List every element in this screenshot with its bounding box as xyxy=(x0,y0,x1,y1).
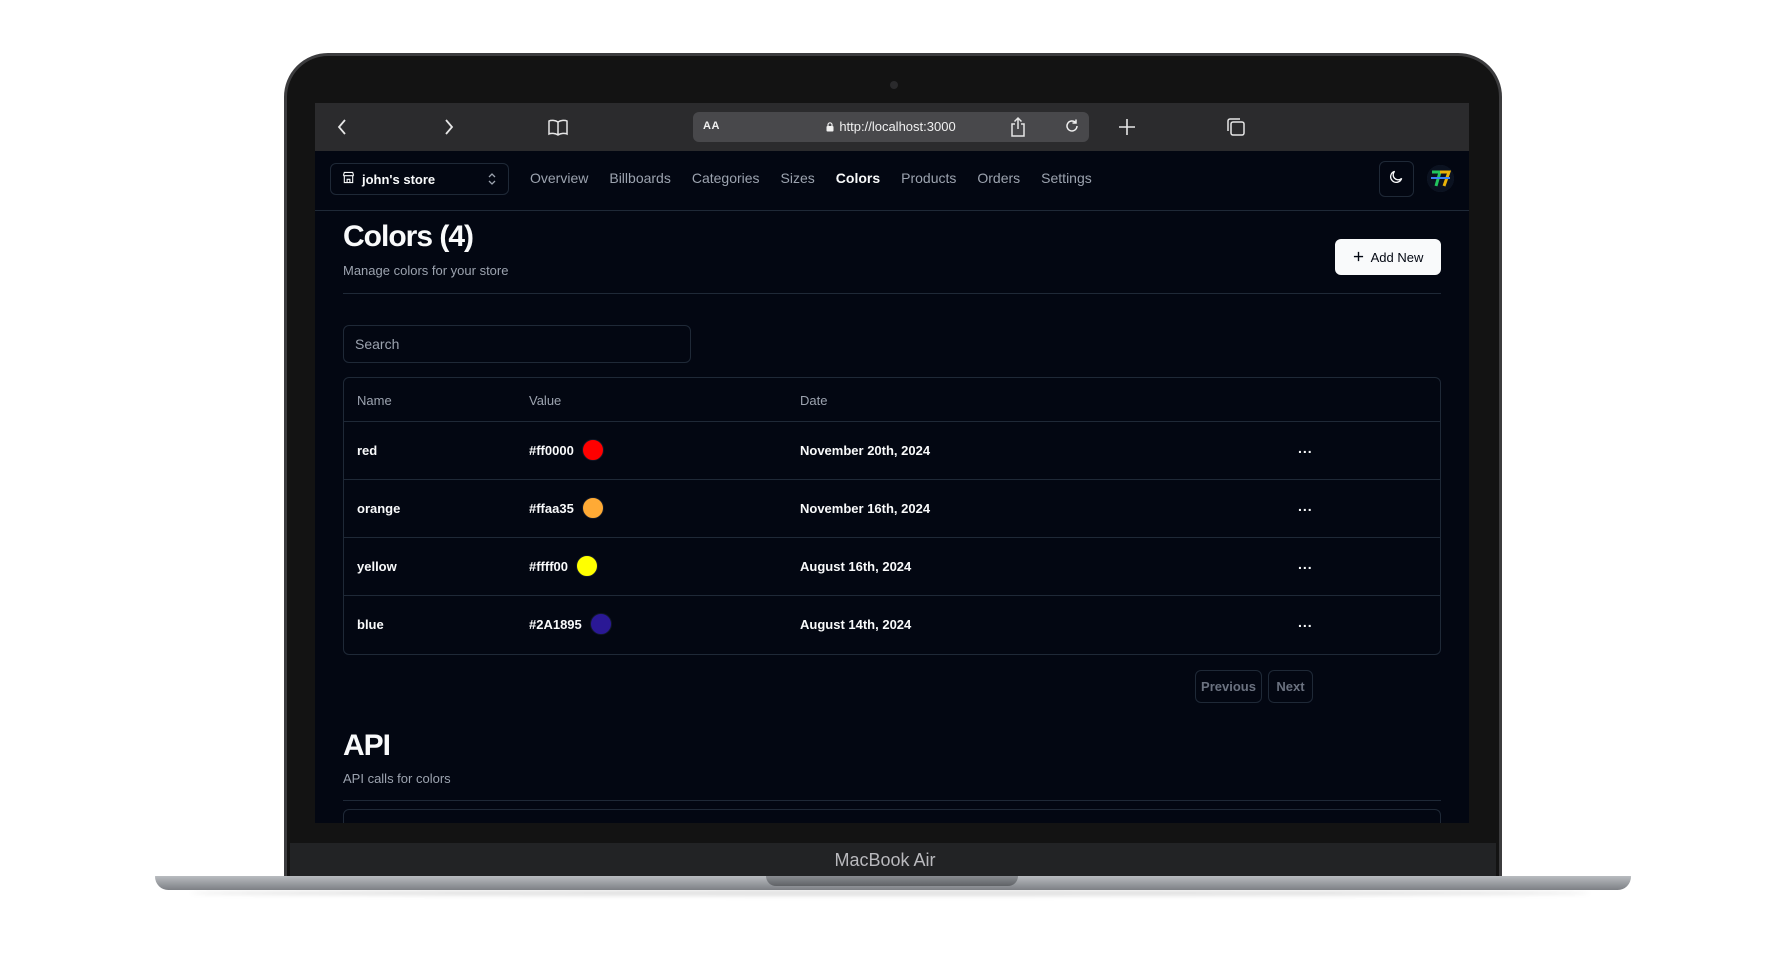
row-value-text: #ff0000 xyxy=(529,442,574,458)
browser-toolbar: AA http://localhost:3000 xyxy=(315,103,1469,151)
row-date: August 16th, 2024 xyxy=(800,559,912,574)
screen: AA http://localhost:3000 john's store Ov… xyxy=(315,103,1469,823)
row-date: November 16th, 2024 xyxy=(800,501,931,516)
table-row: red #ff0000 November 20th, 2024 ... xyxy=(344,422,1440,480)
api-section-subtitle: API calls for colors xyxy=(343,771,451,786)
api-alert-card xyxy=(343,809,1441,823)
theme-toggle-button[interactable] xyxy=(1379,161,1414,197)
row-value: #ffff00 xyxy=(529,555,599,577)
store-icon xyxy=(342,171,355,187)
nav-link-orders[interactable]: Orders xyxy=(977,170,1020,186)
nav-link-billboards[interactable]: Billboards xyxy=(609,170,670,186)
row-value-text: #ffaa35 xyxy=(529,500,574,516)
page-subtitle: Manage colors for your store xyxy=(343,263,509,278)
chevrons-up-down-icon xyxy=(487,172,497,189)
color-swatch xyxy=(581,497,604,519)
nav-link-categories[interactable]: Categories xyxy=(692,170,760,186)
divider xyxy=(343,800,1441,801)
page-title: Colors (4) xyxy=(343,220,474,253)
nav-link-settings[interactable]: Settings xyxy=(1041,170,1092,186)
column-header-name[interactable]: Name xyxy=(357,393,392,408)
column-header-date[interactable]: Date xyxy=(800,393,827,408)
row-actions-button[interactable]: ... xyxy=(1298,557,1313,571)
table-header: Name Value Date xyxy=(344,378,1440,422)
row-value-text: #ffff00 xyxy=(529,558,569,574)
row-value: #ff0000 xyxy=(529,439,604,461)
row-value: #2A1895 xyxy=(529,613,612,635)
bookmarks-icon[interactable] xyxy=(546,115,570,139)
row-value-text: #2A1895 xyxy=(529,616,582,632)
row-date: August 14th, 2024 xyxy=(800,617,912,632)
tabs-overview-icon[interactable] xyxy=(1224,115,1248,139)
new-tab-icon[interactable] xyxy=(1115,115,1139,139)
nav-link-products[interactable]: Products xyxy=(901,170,956,186)
row-actions-button[interactable]: ... xyxy=(1298,615,1313,629)
search-input[interactable] xyxy=(343,325,691,363)
laptop-notch xyxy=(766,876,1018,886)
device-label: MacBook Air xyxy=(834,850,936,870)
store-name: john's store xyxy=(362,171,436,187)
table-row: yellow #ffff00 August 16th, 2024 ... xyxy=(344,538,1440,596)
previous-button[interactable]: Previous xyxy=(1195,670,1262,703)
reload-icon[interactable] xyxy=(1063,117,1081,138)
column-header-value[interactable]: Value xyxy=(529,393,561,408)
divider xyxy=(343,293,1441,294)
moon-icon xyxy=(1389,169,1404,189)
row-name: red xyxy=(357,443,378,458)
main-navbar: john's store Overview Billboards Categor… xyxy=(315,151,1469,211)
user-avatar[interactable] xyxy=(1427,165,1454,192)
share-icon[interactable] xyxy=(1006,115,1030,139)
row-date: November 20th, 2024 xyxy=(800,443,931,458)
color-swatch xyxy=(581,439,604,461)
table-row: orange #ffaa35 November 16th, 2024 ... xyxy=(344,480,1440,538)
nav-link-colors[interactable]: Colors xyxy=(836,170,880,186)
laptop-shadow xyxy=(190,890,1590,896)
store-switcher[interactable]: john's store xyxy=(330,163,509,195)
color-swatch xyxy=(589,613,612,635)
row-actions-button[interactable]: ... xyxy=(1298,441,1313,455)
table-row: blue #2A1895 August 14th, 2024 ... xyxy=(344,596,1440,654)
nav-link-sizes[interactable]: Sizes xyxy=(781,170,815,186)
nav-link-overview[interactable]: Overview xyxy=(530,170,588,186)
colors-table: Name Value Date red #ff0000 November 20t… xyxy=(343,377,1441,655)
plus-icon xyxy=(1353,250,1364,265)
add-new-label: Add New xyxy=(1370,249,1424,265)
api-section-title: API xyxy=(343,729,391,762)
lock-icon xyxy=(826,120,834,135)
row-actions-button[interactable]: ... xyxy=(1298,499,1313,513)
add-new-button[interactable]: Add New xyxy=(1335,239,1441,275)
row-name: yellow xyxy=(357,559,397,574)
row-name: orange xyxy=(357,501,401,516)
row-value: #ffaa35 xyxy=(529,497,604,519)
camera-icon xyxy=(890,81,898,89)
nav-links: Overview Billboards Categories Sizes Col… xyxy=(530,170,1113,186)
forward-icon[interactable] xyxy=(437,115,461,139)
url-text: http://localhost:3000 xyxy=(839,119,956,134)
back-icon[interactable] xyxy=(330,115,354,139)
color-swatch xyxy=(576,555,599,577)
next-button[interactable]: Next xyxy=(1268,670,1313,703)
row-name: blue xyxy=(357,617,384,632)
